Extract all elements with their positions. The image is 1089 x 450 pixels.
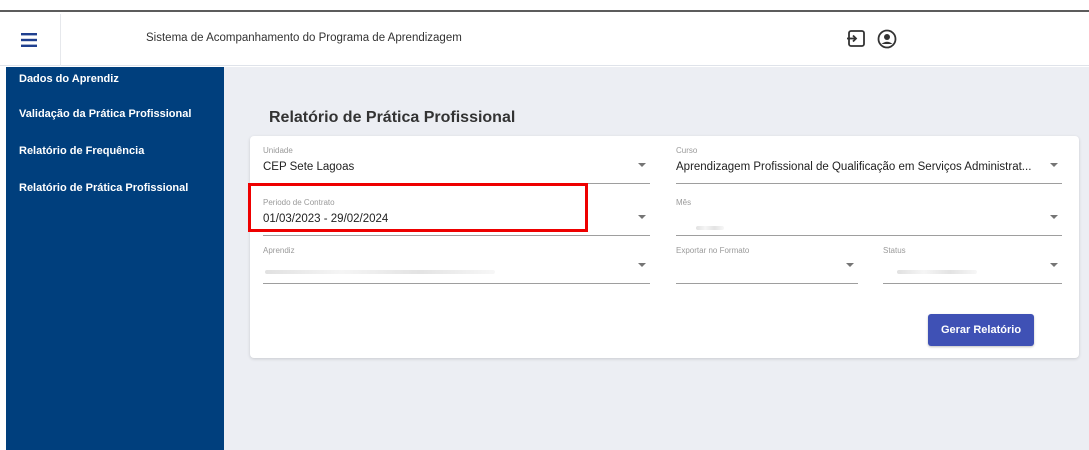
exportar-formato-label: Exportar no Formato <box>676 246 750 255</box>
blurred-value <box>696 226 724 230</box>
window-top-border <box>0 0 1089 12</box>
unidade-select[interactable]: Unidade CEP Sete Lagoas <box>263 146 650 184</box>
field-underline <box>676 283 858 284</box>
chevron-down-icon <box>1050 263 1058 267</box>
field-underline <box>263 183 650 184</box>
sidebar-item-dados-do-aprendiz[interactable]: Dados do Aprendiz <box>6 67 224 100</box>
curso-select[interactable]: Curso Aprendizagem Profissional de Quali… <box>676 146 1062 184</box>
chevron-down-icon <box>1050 215 1058 219</box>
blurred-value <box>265 270 495 274</box>
sidebar-item-validacao-pratica-profissional[interactable]: Validação da Prática Profissional <box>6 100 224 137</box>
chevron-down-icon <box>638 215 646 219</box>
sidebar: Dados do Aprendiz Validação da Prática P… <box>6 67 224 450</box>
curso-label: Curso <box>676 146 698 155</box>
aprendiz-select[interactable]: Aprendiz <box>263 246 650 284</box>
header-divider <box>60 14 61 66</box>
aprendiz-label: Aprendiz <box>263 246 295 255</box>
field-underline <box>676 183 1062 184</box>
unidade-value: CEP Sete Lagoas <box>263 161 355 173</box>
sidebar-item-relatorio-frequencia[interactable]: Relatório de Frequência <box>6 137 224 174</box>
account-circle-icon[interactable] <box>876 28 898 50</box>
chevron-down-icon <box>846 263 854 267</box>
mes-select[interactable]: Mês <box>676 198 1062 236</box>
field-underline <box>883 283 1062 284</box>
user-name-blurred <box>920 34 1030 44</box>
field-underline <box>263 283 650 284</box>
chevron-down-icon <box>638 263 646 267</box>
periodo-contrato-select[interactable]: Periodo de Contrato 01/03/2023 - 29/02/2… <box>263 198 650 236</box>
chevron-down-icon <box>1050 163 1058 167</box>
field-underline <box>676 235 1062 236</box>
curso-value: Aprendizagem Profissional de Qualificaçã… <box>676 161 1032 173</box>
field-underline <box>263 235 650 236</box>
periodo-contrato-label: Periodo de Contrato <box>263 198 335 207</box>
page-title: Relatório de Prática Profissional <box>269 109 516 126</box>
blurred-value <box>897 270 977 274</box>
main-content: Relatório de Prática Profissional Unidad… <box>224 67 1089 450</box>
gerar-relatorio-button[interactable]: Gerar Relatório <box>928 314 1034 346</box>
status-label: Status <box>883 246 906 255</box>
unidade-label: Unidade <box>263 146 293 155</box>
status-select[interactable]: Status <box>883 246 1062 284</box>
hamburger-menu-icon[interactable] <box>18 28 42 52</box>
mes-label: Mês <box>676 198 692 207</box>
periodo-contrato-value: 01/03/2023 - 29/02/2024 <box>263 213 389 225</box>
app-header: Sistema de Acompanhamento do Programa de… <box>0 14 1089 66</box>
logout-icon[interactable] <box>846 28 868 50</box>
sidebar-item-relatorio-pratica-profissional[interactable]: Relatório de Prática Profissional <box>6 174 224 211</box>
app-title: Sistema de Acompanhamento do Programa de… <box>146 32 462 44</box>
exportar-formato-select[interactable]: Exportar no Formato <box>676 246 858 284</box>
chevron-down-icon <box>638 163 646 167</box>
